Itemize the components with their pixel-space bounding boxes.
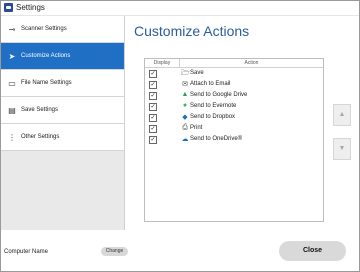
change-button[interactable]: Change [101,247,128,256]
folder-save-icon: 🗁 [181,70,190,77]
display-checkbox[interactable]: ✓ [149,136,157,144]
table-row[interactable]: ✓ ☁ Send to OneDrive® [145,135,323,145]
sidebar-item-customize-actions[interactable]: ➤ Customize Actions [1,43,124,70]
display-checkbox[interactable]: ✓ [149,92,157,100]
sidebar-item-save-settings[interactable]: ▤ Save Settings [1,97,124,124]
sidebar-item-scanner-settings[interactable]: ⊸ Scanner Settings [1,16,124,43]
action-label: Send to Google Drive [190,92,248,98]
sidebar-item-label: Save Settings [21,107,59,113]
sidebar-item-file-name-settings[interactable]: ▭ File Name Settings [1,70,124,97]
sidebar: ⊸ Scanner Settings ➤ Customize Actions ▭… [1,16,125,230]
evernote-icon: ● [182,102,188,109]
save-settings-icon: ▤ [8,105,16,115]
action-label: Send to Dropbox [190,114,236,120]
display-checkbox[interactable]: ✓ [149,81,157,89]
sidebar-item-label: Other Settings [21,134,60,140]
printer-icon: ⎙ [182,124,188,131]
action-label: Send to Evernote [190,103,237,109]
move-up-button[interactable]: ▲ [333,104,351,126]
column-header-action: Action [180,59,323,68]
table-row[interactable]: ✓ ⎙ Print [145,124,323,134]
dropbox-icon: ◆ [182,114,188,121]
onedrive-icon: ☁ [181,136,189,143]
computer-name-label: Computer Name [4,249,49,255]
page-title: Customize Actions [134,23,250,39]
table-row[interactable]: ✓ ● Send to Evernote [145,102,323,112]
scanner-icon: ⊸ [8,24,16,34]
action-label: Attach to Email [190,81,231,87]
footer: Computer Name Change Close [1,231,359,271]
sidebar-item-label: Scanner Settings [21,26,67,32]
arrow-down-icon: ▼ [338,145,346,152]
more-vertical-icon: ⋮ [8,132,16,142]
display-checkbox[interactable]: ✓ [149,103,157,111]
display-checkbox[interactable]: ✓ [149,114,157,122]
arrow-up-icon: ▲ [338,111,346,118]
column-header-display: Display [145,59,180,68]
sidebar-item-label: File Name Settings [21,80,72,86]
sidebar-item-other-settings[interactable]: ⋮ Other Settings [1,124,124,151]
actions-table: Display Action ✓ 🗁 Save ✓ ✉ Attach to Em… [144,58,324,222]
table-row[interactable]: ✓ 🗁 Save [145,69,323,79]
display-checkbox[interactable]: ✓ [149,70,157,78]
close-button[interactable]: Close [279,241,346,261]
file-name-icon: ▭ [8,78,16,88]
google-drive-icon: ▲ [181,91,189,98]
settings-window: Settings ⊸ Scanner Settings ➤ Customize … [0,0,360,272]
table-row[interactable]: ✓ ◆ Send to Dropbox [145,113,323,123]
sidebar-item-label: Customize Actions [21,53,71,59]
window-title: Settings [16,3,45,12]
scanner-app-icon [4,3,13,12]
move-down-button[interactable]: ▼ [333,138,351,160]
action-label: Save [190,70,204,76]
email-icon: ✉ [182,81,188,88]
table-row[interactable]: ✓ ▲ Send to Google Drive [145,91,323,101]
title-bar: Settings [1,1,359,16]
action-label: Send to OneDrive® [190,136,243,142]
display-checkbox[interactable]: ✓ [149,125,157,133]
send-icon: ➤ [8,51,16,61]
action-label: Print [190,125,203,131]
table-row[interactable]: ✓ ✉ Attach to Email [145,80,323,90]
